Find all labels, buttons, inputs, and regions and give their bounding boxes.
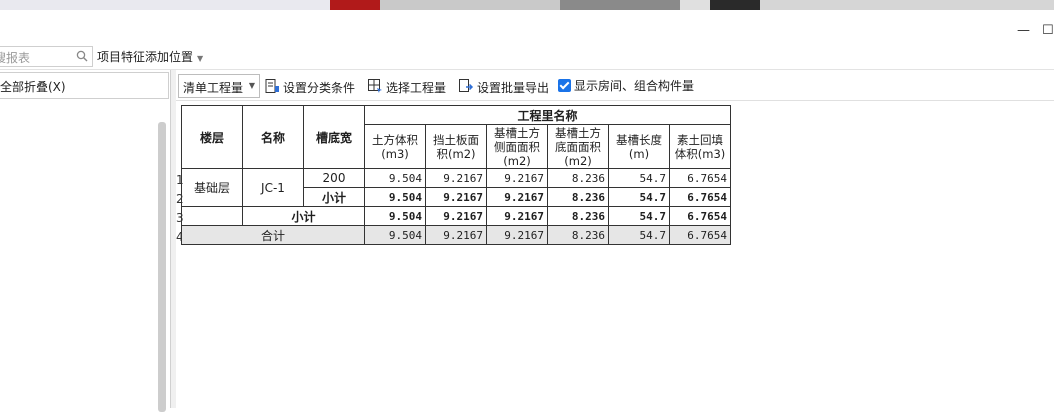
cell-subtotal-label: 小计 [242,206,365,226]
quantity-table: 楼层 名称 槽底宽 工程里名称 土方体积(m3) 挡土板面积(m2) 基槽土方侧… [181,105,731,245]
chevron-down-icon: ▼ [248,81,255,90]
quantity-mode-select[interactable]: 清单工程量 ▼ [178,74,260,98]
cell-floor: 基础层 [181,168,243,207]
title-bar: — ☐ [0,10,1054,44]
cell-value: 6.7654 [669,206,731,226]
chevron-down-icon: ▼ [197,54,204,63]
cell-value: 9.2167 [486,168,548,188]
cell-value: 9.2167 [486,187,548,207]
cell-value: 6.7654 [669,168,731,188]
search-input[interactable]: 搜报表 [0,49,30,66]
header-floor: 楼层 [181,105,243,169]
quantity-mode-value: 清单工程量 [183,81,244,95]
batch-export-label: 设置批量导出 [477,81,550,95]
cell-value: 9.2167 [486,225,548,245]
cell-total-label: 合计 [181,225,365,245]
maximize-button[interactable]: ☐ [1042,24,1054,38]
cell-value: 54.7 [608,206,670,226]
cell-value: 8.236 [547,225,609,245]
cell-subtotal-label: 小计 [303,187,365,207]
cell-value: 9.504 [364,187,426,207]
cell-value: 8.236 [547,187,609,207]
cell-value: 9.2167 [425,187,487,207]
report-content: 1 2 3 4 楼层 名称 槽底宽 工程里名称 土方体积(m3) 挡土板面积(m… [176,101,1054,408]
show-rooms-label: 显示房间、组合构件量 [574,79,695,93]
feature-position-dropdown[interactable]: 项目特征添加位置 ▼ [97,48,203,65]
top-toolbar: 搜报表 项目特征添加位置 ▼ [0,44,1054,70]
left-panel: 全部折叠(X) [0,70,171,412]
collapse-all-button[interactable]: 全部折叠(X) [0,72,169,99]
header-earth-volume: 土方体积(m3) [364,124,426,169]
cell-value: 8.236 [547,168,609,188]
header-name: 名称 [242,105,304,169]
table-row: 合计 9.504 9.2167 9.2167 8.236 54.7 6.7654 [181,225,731,245]
cell-value: 6.7654 [669,225,731,245]
checkbox-checked-icon [558,79,571,92]
cell-value: 54.7 [608,225,670,245]
header-trench-side-area: 基槽土方侧面面积(m2) [486,124,548,169]
cell-value: 9.2167 [425,225,487,245]
cell-value: 9.2167 [425,168,487,188]
cell-trench-width: 200 [303,168,365,188]
cell-value: 54.7 [608,168,670,188]
show-rooms-checkbox[interactable]: 显示房间、组合构件量 [558,77,694,94]
grid-select-icon [367,78,383,97]
table-row: 基础层 JC-1 200 9.504 9.2167 9.2167 8.236 5… [181,168,731,207]
header-quantity-group: 工程里名称 [364,105,731,125]
cell-name: JC-1 [242,168,304,207]
left-scrollbar[interactable] [158,122,166,412]
cell-value: 9.2167 [486,206,548,226]
set-category-button[interactable]: 设置分类条件 [264,78,355,97]
background-strip [0,0,1054,10]
cell-value: 9.2167 [425,206,487,226]
collapse-all-label: 全部折叠(X) [0,80,66,94]
batch-export-button[interactable]: 设置批量导出 [458,78,549,97]
table-row: 小计 9.504 9.2167 9.2167 8.236 54.7 6.7654 [181,206,731,226]
export-icon [458,78,474,97]
header-trench-length: 基槽长度(m) [608,124,670,169]
header-trench-bottom-area: 基槽土方底面面积(m2) [547,124,609,169]
report-toolbar: 清单工程量 ▼ 设置分类条件 选择工程量 设置批量导出 显示房间、组合构件量 [176,70,1054,101]
set-category-label: 设置分类条件 [283,81,356,95]
search-box[interactable]: 搜报表 [0,46,93,67]
minimize-button[interactable]: — [1017,24,1030,38]
feature-position-label: 项目特征添加位置 [97,50,194,64]
cell-value: 6.7654 [669,187,731,207]
select-quantity-label: 选择工程量 [386,81,447,95]
cell-value: 9.504 [364,206,426,226]
cell-value: 54.7 [608,187,670,207]
cell-value: 8.236 [547,206,609,226]
header-trench-width: 槽底宽 [303,105,365,169]
cell-value: 9.504 [364,225,426,245]
header-retaining-area: 挡土板面积(m2) [425,124,487,169]
search-icon[interactable] [76,50,88,65]
select-quantity-button[interactable]: 选择工程量 [367,78,446,97]
category-settings-icon [264,78,280,97]
header-backfill-volume: 素土回填体积(m3) [669,124,731,169]
cell-value: 9.504 [364,168,426,188]
